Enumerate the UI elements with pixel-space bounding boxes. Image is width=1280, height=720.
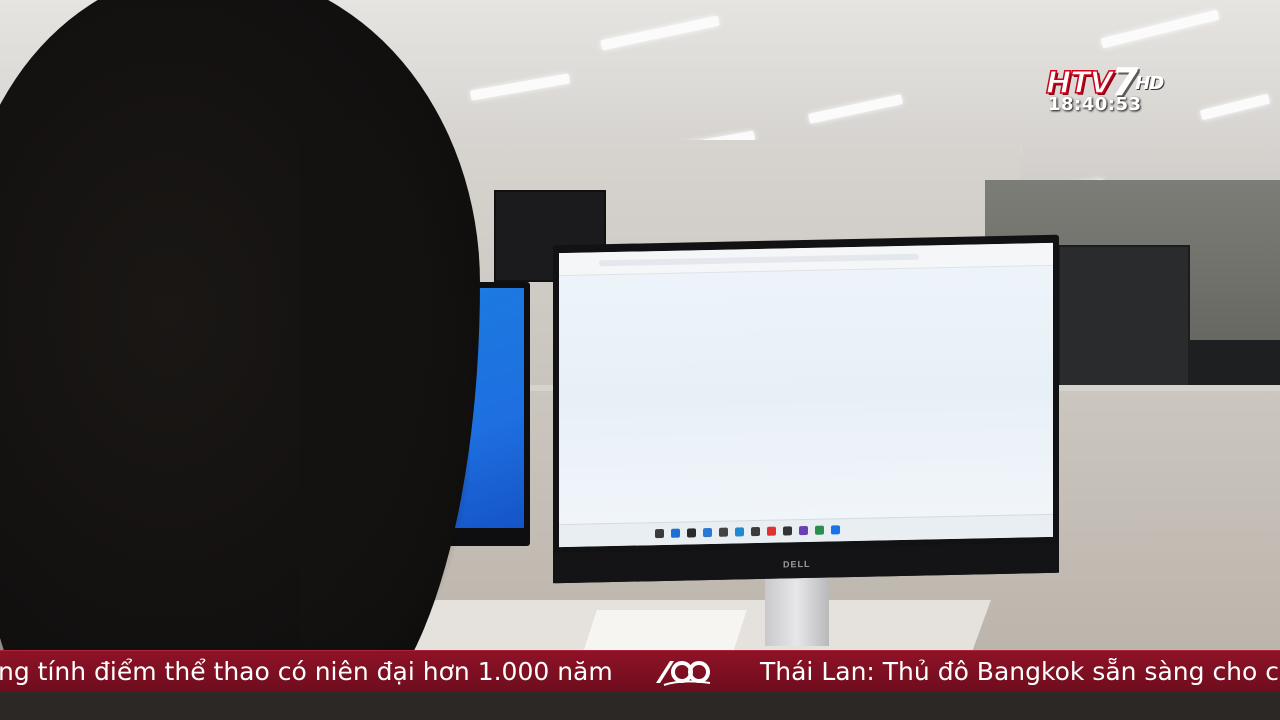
taskbar-icon	[719, 527, 728, 537]
taskbar-icon	[751, 526, 760, 537]
ceiling-light	[1199, 93, 1271, 121]
ticker-headline-1: ng tính điểm thể thao có niên đại hơn 1.…	[0, 657, 613, 686]
main-monitor-screen	[559, 242, 1053, 548]
ceiling-light	[469, 73, 571, 101]
ticker-headline-2: Thái Lan: Thủ đô Bangkok sẵn sàng cho cá…	[760, 657, 1280, 686]
taskbar-icon	[783, 526, 792, 536]
bottom-strip	[0, 692, 1280, 720]
background-monitor	[1058, 245, 1190, 407]
broadcast-clock: 18:40:53	[1048, 94, 1142, 115]
taskbar-icon	[703, 527, 712, 538]
paper-sheet	[583, 610, 747, 652]
office-scene: DELL HTV7HD 18:40:53 ng tính điểm thể th…	[0, 0, 1280, 720]
person-hair-edge	[300, 80, 470, 680]
main-monitor: DELL	[553, 234, 1059, 584]
taskbar-icon	[815, 525, 824, 535]
taskbar-icon	[655, 528, 664, 539]
taskbar-icon	[671, 528, 680, 538]
ceiling-light	[807, 94, 904, 124]
browser-address-bar	[599, 253, 919, 267]
ceiling-light	[600, 15, 720, 51]
htv7-hd-logo: HTV7HD	[1045, 58, 1164, 104]
channel-logo-block: HTV7HD 18:40:53	[1045, 58, 1206, 118]
taskbar-icon	[799, 525, 808, 536]
taskbar-icon	[687, 528, 696, 538]
htv-60-years-icon	[652, 655, 714, 689]
windows-taskbar	[559, 513, 1053, 548]
browser-toolbar	[559, 242, 1053, 277]
news-ticker: ng tính điểm thể thao có niên đại hơn 1.…	[0, 650, 1280, 693]
taskbar-icon	[767, 526, 776, 536]
taskbar-icon	[831, 525, 840, 535]
logo-hd-text: HD	[1135, 73, 1164, 94]
taskbar-icon	[735, 527, 744, 537]
dell-logo: DELL	[783, 558, 811, 570]
ceiling-light	[1100, 9, 1220, 49]
